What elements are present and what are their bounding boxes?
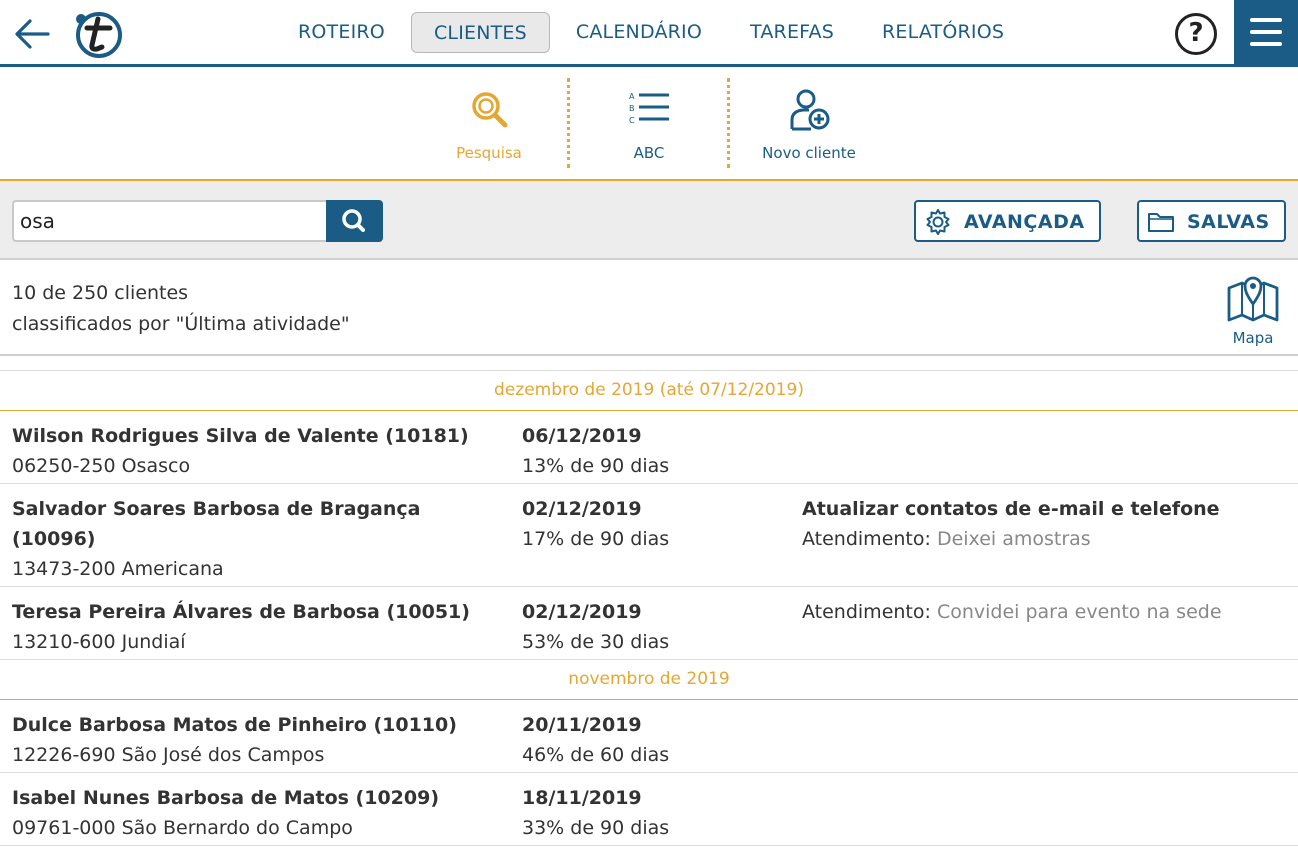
saved-searches-label: SALVAS xyxy=(1187,211,1270,233)
client-address: 12226-690 São José dos Campos xyxy=(12,744,325,766)
map-pin-icon xyxy=(1227,276,1279,322)
new-client-button[interactable]: Novo cliente xyxy=(734,67,884,181)
abc-view-label: ABC xyxy=(633,144,665,162)
results-count: 10 de 250 clientes xyxy=(12,282,189,304)
activity-progress: 13% de 90 dias xyxy=(522,455,670,477)
client-row[interactable]: Salvador Soares Barbosa de Bragança (100… xyxy=(0,484,1298,587)
client-address: 06250-250 Osasco xyxy=(12,455,191,477)
folder-icon xyxy=(1148,213,1174,232)
saved-searches-button[interactable]: SALVAS xyxy=(1137,200,1286,242)
map-label: Mapa xyxy=(1232,329,1274,347)
search-button[interactable] xyxy=(326,200,383,242)
client-row[interactable]: Wilson Rodrigues Silva de Valente (10181… xyxy=(0,411,1298,484)
attendance-value: Convidei para evento na sede xyxy=(936,601,1222,623)
hamburger-line xyxy=(1250,42,1282,46)
new-client-label: Novo cliente xyxy=(762,144,856,162)
client-row[interactable]: Teresa Pereira Álvares de Barbosa (10051… xyxy=(0,587,1298,660)
client-address: 09761-000 São Bernardo do Campo xyxy=(12,817,353,839)
attendance-label: Atendimento: xyxy=(802,601,931,623)
advanced-search-button[interactable]: AVANÇADA xyxy=(914,200,1101,242)
abc-view-button[interactable]: A B C ABC xyxy=(574,67,724,181)
nav-tab-tarefas[interactable]: TAREFAS xyxy=(728,12,856,53)
help-button[interactable]: ? xyxy=(1175,13,1217,55)
last-activity-date: 02/12/2019 xyxy=(522,498,642,520)
last-activity-date: 20/11/2019 xyxy=(522,714,642,736)
last-activity-date: 02/12/2019 xyxy=(522,601,642,623)
advanced-search-label: AVANÇADA xyxy=(964,211,1085,233)
search-view-button[interactable]: Pesquisa xyxy=(414,67,564,181)
month-group-header: dezembro de 2019 (até 07/12/2019) xyxy=(0,371,1298,411)
toolbar-divider xyxy=(727,78,730,168)
back-button[interactable] xyxy=(12,14,52,54)
search-icon xyxy=(342,209,365,232)
client-row[interactable]: Isabel Nunes Barbosa de Matos (10209) 097… xyxy=(0,773,1298,846)
attendance-note: Atendimento: Convidei para evento na sed… xyxy=(802,597,1222,627)
abc-list-icon: A B C xyxy=(629,92,669,125)
client-name: Isabel Nunes Barbosa de Matos (10209) xyxy=(12,787,440,809)
magnifier-icon xyxy=(472,92,508,128)
t-logo-icon xyxy=(76,12,122,58)
activity-progress: 46% de 60 dias xyxy=(522,744,670,766)
results-summary: 10 de 250 clientes classificados por "Úl… xyxy=(0,260,1298,356)
last-activity-date: 18/11/2019 xyxy=(522,787,642,809)
client-address: 13473-200 Americana xyxy=(12,558,224,580)
abc-letter-c: C xyxy=(629,116,635,125)
arrow-left-icon xyxy=(15,19,50,49)
hamburger-menu-button[interactable] xyxy=(1234,0,1298,64)
attendance-value: Deixei amostras xyxy=(936,528,1091,550)
view-toolbar: Pesquisa A B C ABC Novo cliente xyxy=(0,67,1298,181)
hamburger-line xyxy=(1250,30,1282,34)
attendance-note: Atendimento: Deixei amostras xyxy=(802,524,1091,554)
app-logo[interactable] xyxy=(72,9,124,59)
client-task: Atualizar contatos de e-mail e telefone xyxy=(802,498,1220,520)
toolbar-divider xyxy=(567,78,570,168)
main-nav: ROTEIRO CLIENTES CALENDÁRIO TAREFAS RELATÓRI… xyxy=(276,12,1026,54)
activity-progress: 53% de 30 dias xyxy=(522,631,670,653)
nav-tab-roteiro[interactable]: ROTEIRO xyxy=(276,12,407,53)
client-row[interactable]: Dulce Barbosa Matos de Pinheiro (10110) 1… xyxy=(0,700,1298,773)
client-name: Teresa Pereira Álvares de Barbosa (10051… xyxy=(12,601,470,623)
last-activity-date: 06/12/2019 xyxy=(522,425,642,447)
client-list: dezembro de 2019 (até 07/12/2019) Wilson … xyxy=(0,370,1298,846)
client-address: 13210-600 Jundiaí xyxy=(12,631,186,653)
attendance-label: Atendimento: xyxy=(802,528,931,550)
nav-tab-calendario[interactable]: CALENDÁRIO xyxy=(554,12,724,53)
search-bar: AVANÇADA SALVAS xyxy=(0,181,1298,260)
client-name: Wilson Rodrigues Silva de Valente (10181… xyxy=(12,425,469,447)
map-button[interactable]: Mapa xyxy=(1222,272,1284,350)
client-name: Salvador Soares Barbosa de Bragança (100… xyxy=(12,498,421,550)
client-name: Dulce Barbosa Matos de Pinheiro (10110) xyxy=(12,714,457,736)
month-group-header: novembro de 2019 xyxy=(0,660,1298,700)
add-user-icon xyxy=(790,89,830,131)
hamburger-menu-icon xyxy=(1250,18,1282,22)
search-input[interactable] xyxy=(12,200,328,242)
abc-letter-b: B xyxy=(629,104,635,113)
nav-tab-relatorios[interactable]: RELATÓRIOS xyxy=(860,12,1026,53)
nav-tab-clientes[interactable]: CLIENTES xyxy=(410,12,550,53)
top-bar: ROTEIRO CLIENTES CALENDÁRIO TAREFAS RELATÓRI… xyxy=(0,0,1298,67)
activity-progress: 17% de 90 dias xyxy=(522,528,670,550)
abc-letter-a: A xyxy=(629,92,635,101)
results-sort: classificados por "Última atividade" xyxy=(12,313,350,335)
activity-progress: 33% de 90 dias xyxy=(522,817,670,839)
gear-icon xyxy=(926,209,950,235)
search-view-label: Pesquisa xyxy=(456,144,522,162)
